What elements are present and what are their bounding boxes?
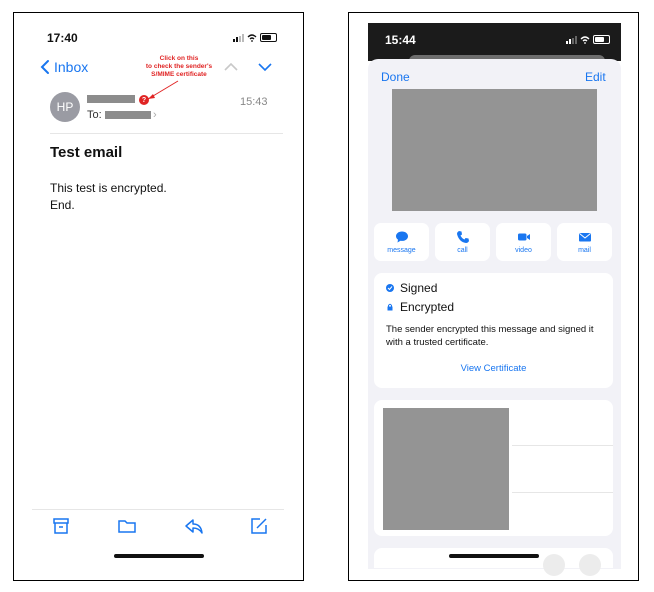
back-to-inbox-button[interactable]: Inbox xyxy=(54,59,88,75)
message-action-label: message xyxy=(387,247,416,254)
contact-details-redacted xyxy=(383,408,509,530)
video-action-button[interactable]: video xyxy=(496,223,551,261)
right-phone-screenshot: 15:44 Done Edit message call video mail … xyxy=(348,12,639,581)
view-certificate-link[interactable]: View Certificate xyxy=(374,363,613,374)
annotation-line-1: Click on this xyxy=(159,55,199,62)
edit-button[interactable]: Edit xyxy=(585,70,606,84)
circle-button[interactable] xyxy=(543,554,565,576)
signal-icon xyxy=(566,35,577,44)
message-icon xyxy=(395,231,408,243)
mail-icon xyxy=(578,233,591,242)
encrypted-label: Encrypted xyxy=(400,300,455,314)
signal-icon xyxy=(233,33,244,42)
toolbar-divider xyxy=(32,509,284,510)
status-time: 17:40 xyxy=(47,31,78,45)
next-card xyxy=(374,548,613,568)
home-indicator xyxy=(114,554,204,558)
wifi-icon xyxy=(580,35,590,44)
row-divider xyxy=(512,445,613,446)
row-divider xyxy=(512,492,613,493)
mail-action-button[interactable]: mail xyxy=(557,223,612,261)
home-indicator xyxy=(449,554,539,558)
compose-icon[interactable] xyxy=(249,516,269,536)
folder-icon[interactable] xyxy=(117,516,137,536)
status-bar: 17:40 xyxy=(14,13,303,51)
battery-icon xyxy=(593,35,610,44)
phone-icon xyxy=(456,231,469,243)
circle-button[interactable] xyxy=(579,554,601,576)
security-info-card: Signed Encrypted The sender encrypted th… xyxy=(374,273,613,388)
mail-action-label: mail xyxy=(578,247,591,254)
video-action-label: video xyxy=(515,247,532,254)
status-icons xyxy=(233,33,277,42)
status-icons xyxy=(566,35,610,44)
chevron-left-icon[interactable] xyxy=(39,59,51,75)
left-phone-screenshot: 17:40 Inbox Click on this to check the s… xyxy=(13,12,304,581)
call-action-button[interactable]: call xyxy=(435,223,490,261)
battery-icon xyxy=(260,33,277,42)
reply-icon[interactable] xyxy=(184,516,204,536)
sender-name-redacted[interactable] xyxy=(87,95,135,103)
sender-avatar: HP xyxy=(50,92,80,122)
encrypted-row: Encrypted xyxy=(386,300,454,314)
contact-photo-redacted xyxy=(392,89,597,211)
email-body-line-2: End. xyxy=(50,198,75,212)
received-time: 15:43 xyxy=(240,96,268,108)
to-label: To: xyxy=(87,109,102,121)
wifi-icon xyxy=(247,33,257,42)
previous-message-icon[interactable] xyxy=(223,61,239,73)
next-message-icon[interactable] xyxy=(257,61,273,73)
email-body-line-1: This test is encrypted. xyxy=(50,181,167,195)
video-icon xyxy=(517,233,530,241)
contact-details-card xyxy=(374,400,613,536)
security-description: The sender encrypted this message and si… xyxy=(386,324,594,348)
call-action-label: call xyxy=(457,247,468,254)
recipient-redacted[interactable] xyxy=(105,111,151,119)
certificate-warning-badge[interactable]: ? xyxy=(139,95,149,105)
signed-row: Signed xyxy=(386,281,437,295)
lock-icon xyxy=(387,303,393,311)
verified-badge-icon xyxy=(386,284,394,292)
header-divider xyxy=(50,133,283,134)
archive-icon[interactable] xyxy=(51,516,71,536)
signed-label: Signed xyxy=(400,281,438,295)
annotation-line-2: to check the sender's xyxy=(145,63,213,70)
status-time: 15:44 xyxy=(385,33,416,47)
done-button[interactable]: Done xyxy=(381,70,410,84)
message-action-button[interactable]: message xyxy=(374,223,429,261)
email-subject: Test email xyxy=(50,144,123,161)
chevron-right-icon[interactable]: › xyxy=(153,109,157,121)
